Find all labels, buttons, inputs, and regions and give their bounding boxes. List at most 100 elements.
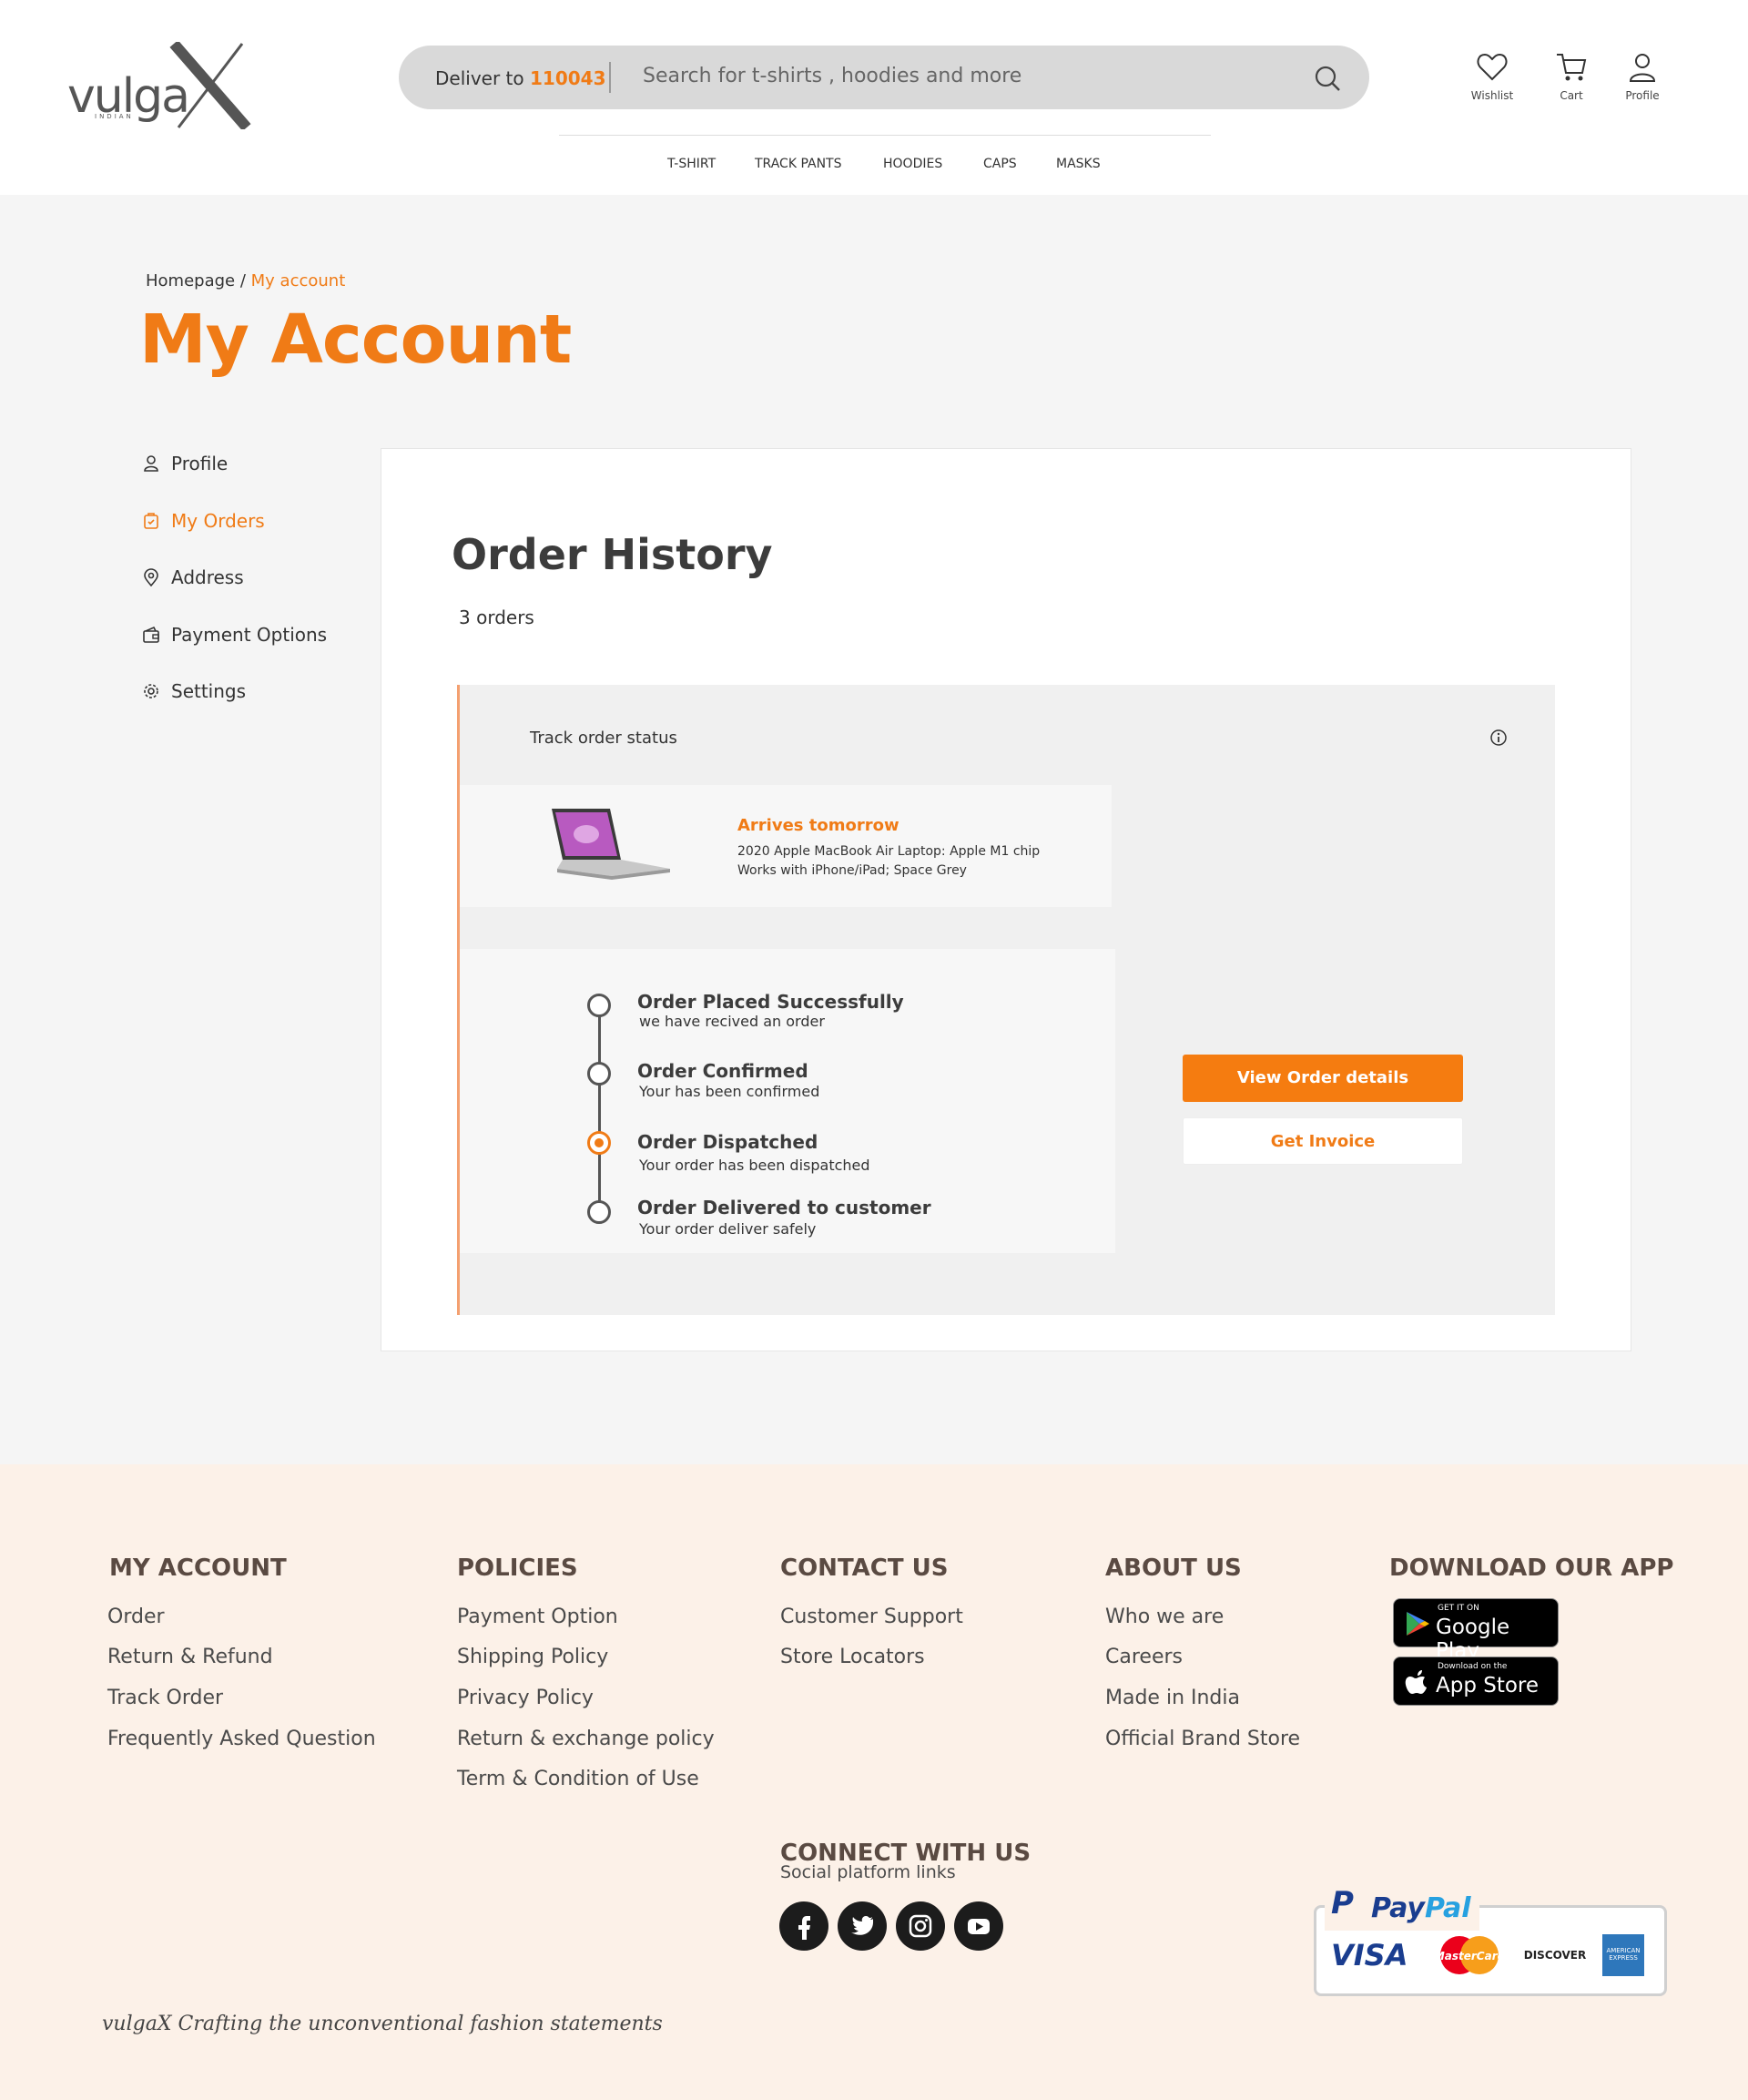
footer-link[interactable]: Who we are (1105, 1606, 1224, 1628)
footer-link[interactable]: Privacy Policy (457, 1687, 594, 1709)
facebook-icon[interactable] (779, 1901, 828, 1951)
timeline-step-dot-active (587, 1131, 611, 1155)
breadcrumb: Homepage / My account (146, 271, 345, 291)
profile-label: Profile (1625, 89, 1660, 102)
product-name-line-1: 2020 Apple MacBook Air Laptop: Apple M1 … (737, 844, 1041, 859)
brand-tagline: vulgaX Crafting the unconventional fashi… (102, 2013, 663, 2035)
footer-heading-my-account: MY ACCOUNT (109, 1555, 287, 1582)
user-icon (144, 455, 158, 472)
breadcrumb-home[interactable]: Homepage / (146, 271, 246, 291)
twitter-icon[interactable] (838, 1901, 887, 1951)
nav-item-track-pants[interactable]: TRACK PANTS (755, 157, 841, 171)
social-subtitle: Social platform links (780, 1862, 956, 1882)
app-store-label: App Store (1436, 1674, 1540, 1697)
profile-button[interactable]: Profile (1611, 51, 1674, 102)
timeline-step-title: Order Dispatched (637, 1131, 818, 1153)
amex-logo: AMERICAN EXPRESS (1602, 1934, 1644, 1976)
footer-link[interactable]: Return & Refund (107, 1646, 273, 1668)
mastercard-text: MasterCard (1434, 1950, 1505, 1962)
cart-label: Cart (1560, 89, 1583, 102)
view-order-details-button[interactable]: View Order details (1183, 1055, 1463, 1102)
timeline-step-sub: Your has been confirmed (639, 1083, 820, 1100)
cart-button[interactable]: Cart (1540, 51, 1603, 102)
timeline-step-sub: we have recived an order (639, 1013, 825, 1030)
paypal-pal: Pal (1424, 1892, 1471, 1924)
sidebar-item-payment-options[interactable]: Payment Options (142, 624, 327, 646)
sidebar-item-label: Payment Options (171, 624, 328, 646)
nav-divider (559, 135, 1211, 136)
timeline-step-title: Order Placed Successfully (637, 991, 904, 1013)
instagram-icon[interactable] (896, 1901, 945, 1951)
sidebar-item-address[interactable]: Address (142, 566, 244, 588)
discover-logo: DISCOVER (1523, 1949, 1587, 1962)
nav-item-caps[interactable]: CAPS (983, 157, 1017, 171)
nav-item-hoodies[interactable]: HOODIES (883, 157, 942, 171)
footer-link[interactable]: Payment Option (457, 1606, 618, 1628)
brand-logo[interactable]: vulga INDIAN (67, 42, 251, 133)
youtube-icon[interactable] (954, 1901, 1003, 1951)
search-bar[interactable]: Deliver to 110043 Search for t-shirts , … (399, 46, 1369, 109)
nav-item-masks[interactable]: MASKS (1056, 157, 1101, 171)
footer-heading-contact: CONTACT US (780, 1555, 949, 1582)
app-store-button[interactable]: Download on the App Store (1393, 1657, 1559, 1706)
order-count: 3 orders (459, 607, 534, 628)
footer-link[interactable]: Customer Support (780, 1606, 963, 1628)
footer-link[interactable]: Order (107, 1606, 165, 1628)
nav-item-tshirt[interactable]: T-SHIRT (667, 157, 716, 171)
sidebar-item-label: My Orders (171, 510, 265, 532)
info-icon[interactable] (1489, 729, 1508, 747)
site-header: vulga INDIAN Deliver to 110043 Search fo… (0, 0, 1748, 195)
footer-link[interactable]: Careers (1105, 1646, 1183, 1668)
deliver-location[interactable]: Deliver to 110043 (435, 67, 605, 89)
orders-icon (144, 513, 158, 529)
footer-heading-download-app: DOWNLOAD OUR APP (1389, 1555, 1674, 1582)
sidebar-item-label: Profile (171, 453, 229, 474)
order-history-title: Order History (452, 530, 773, 579)
timeline-step-title: Order Confirmed (637, 1060, 808, 1082)
logo-subtext: INDIAN (95, 113, 134, 120)
footer-link[interactable]: Term & Condition of Use (457, 1768, 699, 1790)
track-order-label: Track order status (530, 729, 677, 748)
timeline-step-title: Order Delivered to customer (637, 1197, 931, 1218)
footer-link[interactable]: Track Order (107, 1687, 223, 1709)
search-icon[interactable] (1313, 64, 1342, 93)
timeline-step-dot (587, 1200, 611, 1224)
category-nav: T-SHIRT TRACK PANTS HOODIES CAPS MASKS (0, 157, 1748, 175)
sidebar-item-label: Address (171, 566, 244, 588)
google-play-icon (1407, 1612, 1429, 1636)
timeline-step-dot (587, 1062, 611, 1086)
sidebar-item-profile[interactable]: Profile (142, 453, 228, 474)
footer-link[interactable]: Store Locators (780, 1646, 925, 1668)
page-title: My Account (139, 301, 572, 379)
logo-x-mark (169, 42, 251, 129)
search-input[interactable]: Search for t-shirts , hoodies and more (643, 65, 1021, 87)
sidebar-item-label: Settings (171, 680, 247, 702)
footer-link[interactable]: Shipping Policy (457, 1646, 608, 1668)
wallet-icon (143, 626, 159, 643)
footer-heading-about: ABOUT US (1105, 1555, 1242, 1582)
deliver-pincode: 110043 (529, 67, 606, 89)
cart-icon (1557, 54, 1587, 81)
product-image (552, 809, 670, 880)
deliver-label: Deliver to (435, 67, 524, 89)
paypal-pay: Pay (1371, 1892, 1425, 1924)
paypal-logo: PayPal (1371, 1892, 1471, 1924)
footer-link[interactable]: Frequently Asked Question (107, 1728, 376, 1750)
wishlist-button[interactable]: Wishlist (1460, 51, 1524, 102)
sidebar-item-settings[interactable]: Settings (142, 680, 246, 702)
apple-icon (1405, 1670, 1427, 1694)
breadcrumb-current: My account (250, 271, 346, 291)
timeline-step-sub: Your order has been dispatched (639, 1157, 870, 1174)
mastercard-logo: MasterCard (1434, 1934, 1506, 1976)
get-invoice-button[interactable]: Get Invoice (1183, 1117, 1463, 1165)
timeline-step-dot (587, 994, 611, 1017)
gear-icon (144, 684, 158, 698)
visa-logo: VISA (1331, 1938, 1408, 1973)
google-play-button[interactable]: GET IT ON Google Play (1393, 1598, 1559, 1663)
footer-link[interactable]: Made in India (1105, 1687, 1240, 1709)
location-pin-icon (144, 568, 158, 586)
footer-link[interactable]: Official Brand Store (1105, 1728, 1300, 1750)
footer-link[interactable]: Return & exchange policy (457, 1728, 715, 1750)
app-store-small: Download on the (1438, 1662, 1508, 1671)
sidebar-item-my-orders[interactable]: My Orders (142, 510, 265, 532)
